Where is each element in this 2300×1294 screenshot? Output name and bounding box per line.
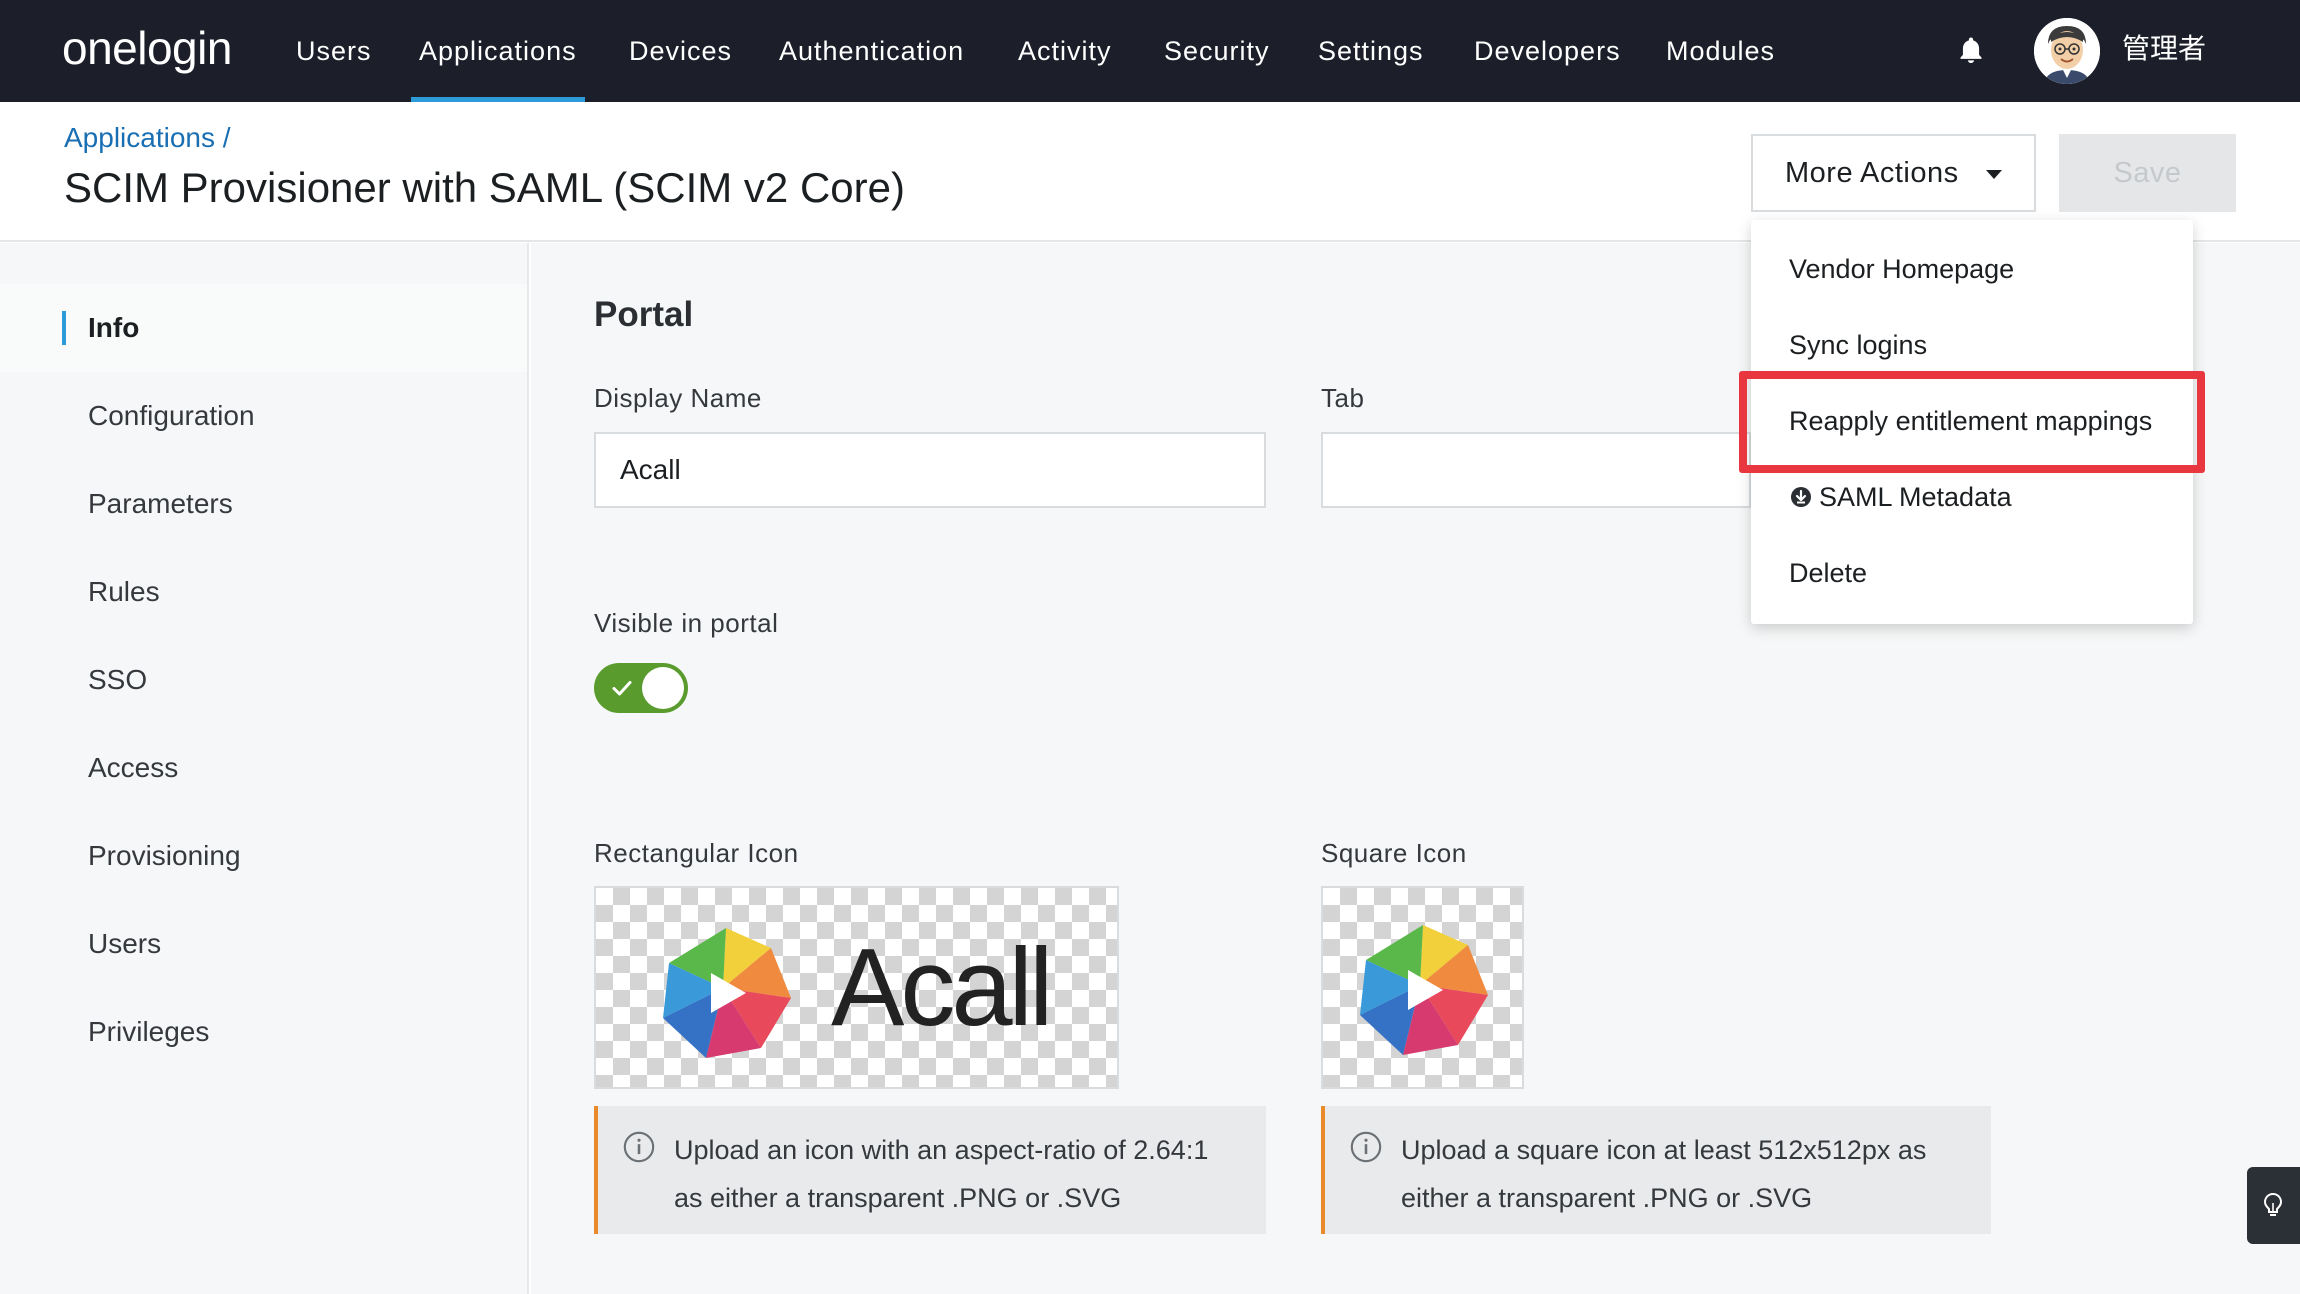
more-actions-menu: Vendor Homepage Sync logins Reapply enti… [1751, 220, 2193, 624]
check-icon [612, 681, 632, 696]
visible-in-portal-toggle[interactable] [594, 663, 688, 713]
sidebar-item-sso[interactable]: SSO [0, 636, 527, 724]
tab-select[interactable] [1321, 432, 1751, 508]
rectangular-icon-label: Rectangular Icon [594, 838, 799, 868]
nav-settings[interactable]: Settings [1318, 0, 1424, 102]
square-icon-hint-text: Upload a square icon at least 512x512px … [1401, 1135, 1927, 1213]
display-name-label: Display Name [594, 383, 762, 413]
menu-item-saml-metadata[interactable]: SAML Metadata [1751, 459, 2193, 535]
menu-item-delete[interactable]: Delete [1751, 535, 2193, 611]
sidebar-item-privileges[interactable]: Privileges [0, 988, 527, 1076]
more-actions-label: More Actions [1785, 156, 1959, 189]
square-icon-label: Square Icon [1321, 838, 1467, 868]
nav-authentication[interactable]: Authentication [779, 0, 964, 102]
square-icon-upload[interactable] [1321, 886, 1524, 1089]
rectangular-icon-hint-text: Upload an icon with an aspect-ratio of 2… [674, 1135, 1209, 1213]
save-button[interactable]: Save [2059, 134, 2236, 212]
menu-item-vendor-homepage[interactable]: Vendor Homepage [1751, 231, 2193, 307]
sidebar-item-access[interactable]: Access [0, 724, 527, 812]
rectangular-icon-upload[interactable]: Acall [594, 886, 1119, 1089]
acall-logo-icon [663, 928, 791, 1058]
sidebar: Info Configuration Parameters Rules SSO … [0, 243, 529, 1294]
section-title-portal: Portal [594, 295, 694, 334]
lightbulb-icon [2263, 1192, 2283, 1216]
more-actions-button[interactable]: More Actions [1751, 134, 2036, 212]
nav-activity[interactable]: Activity [1018, 0, 1112, 102]
sidebar-item-provisioning[interactable]: Provisioning [0, 812, 527, 900]
visible-in-portal-label: Visible in portal [594, 608, 779, 638]
sidebar-item-info[interactable]: Info [0, 284, 527, 372]
user-avatar[interactable] [2034, 18, 2100, 84]
username[interactable]: 管理者 [2122, 0, 2206, 102]
menu-item-sync-logins[interactable]: Sync logins [1751, 307, 2193, 383]
page-title: SCIM Provisioner with SAML (SCIM v2 Core… [64, 164, 905, 211]
nav-security[interactable]: Security [1164, 0, 1270, 102]
rectangular-icon-hint: Upload an icon with an aspect-ratio of 2… [594, 1106, 1266, 1234]
acall-square-logo-icon [1360, 925, 1488, 1055]
saml-metadata-label: SAML Metadata [1819, 482, 2012, 512]
display-name-input[interactable] [594, 432, 1266, 508]
toggle-knob [642, 667, 684, 709]
square-icon-hint: Upload a square icon at least 512x512px … [1321, 1106, 1991, 1234]
nav-modules[interactable]: Modules [1666, 0, 1775, 102]
breadcrumb-applications[interactable]: Applications / [64, 122, 231, 154]
sidebar-item-users[interactable]: Users [0, 900, 527, 988]
sidebar-item-rules[interactable]: Rules [0, 548, 527, 636]
nav-applications[interactable]: Applications [411, 0, 585, 102]
tab-label: Tab [1321, 383, 1365, 413]
bell-icon[interactable] [1954, 34, 1988, 68]
info-icon [623, 1131, 655, 1163]
acall-logo-text: Acall [831, 926, 1053, 1049]
top-nav: onelogin Users Applications Devices Auth… [0, 0, 2300, 102]
sidebar-item-parameters[interactable]: Parameters [0, 460, 527, 548]
nav-devices[interactable]: Devices [629, 0, 732, 102]
info-icon [1350, 1131, 1382, 1163]
menu-item-reapply-entitlement-mappings[interactable]: Reapply entitlement mappings [1751, 383, 2193, 459]
nav-users[interactable]: Users [296, 0, 372, 102]
sidebar-item-configuration[interactable]: Configuration [0, 372, 527, 460]
onelogin-logo[interactable]: onelogin [62, 20, 232, 76]
help-tips-button[interactable] [2247, 1167, 2300, 1244]
caret-down-icon [1986, 170, 2002, 179]
nav-developers[interactable]: Developers [1474, 0, 1621, 102]
download-icon [1791, 486, 1811, 507]
